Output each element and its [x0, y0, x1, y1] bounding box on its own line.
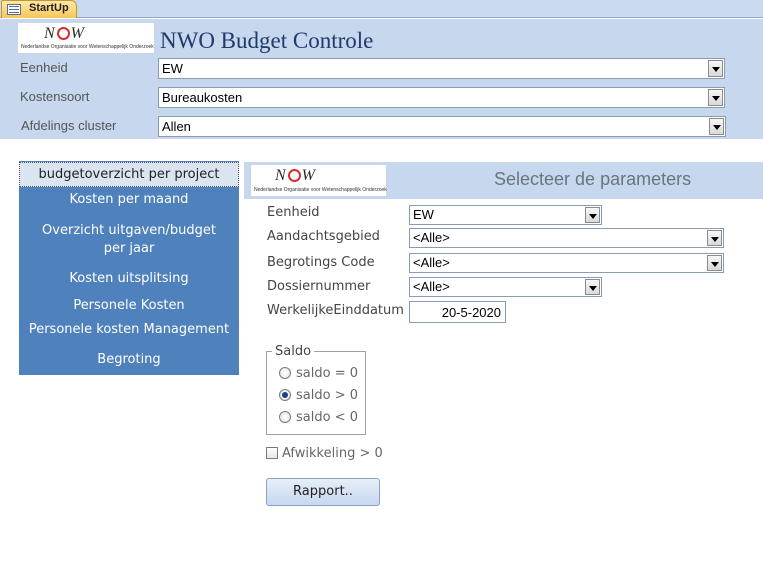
label-werkelijke-einddatum: WerkelijkeEinddatum: [267, 303, 404, 318]
label-begrotings-code: Begrotings Code: [267, 255, 375, 270]
chevron-down-icon[interactable]: [707, 230, 722, 246]
begrotings-code-select[interactable]: <Alle>: [409, 253, 724, 273]
menu-item-overzicht-uitgaven[interactable]: Overzicht uitgaven/budget per jaar: [19, 222, 239, 258]
label-dossiernummer: Dossiernummer: [267, 279, 371, 294]
chevron-down-icon[interactable]: [585, 207, 600, 223]
nwo-logo: NW Nederlandse Organisatie voor Wetensch…: [251, 165, 387, 196]
param-eenheid-value: EW: [413, 207, 434, 222]
chevron-down-icon[interactable]: [585, 279, 600, 295]
menu-item-personele-kosten-management[interactable]: Personele kosten Management: [19, 321, 239, 339]
kostensoort-select[interactable]: Bureaukosten: [158, 87, 725, 108]
einddatum-value: 20-5-2020: [441, 305, 501, 320]
afdelings-cluster-select-value: Allen: [162, 119, 191, 134]
chevron-down-icon[interactable]: [707, 255, 722, 271]
chevron-down-icon[interactable]: [708, 60, 723, 77]
tab-label: StartUp: [29, 2, 69, 14]
form-icon: [7, 4, 21, 15]
eenheid-select[interactable]: EW: [158, 58, 725, 79]
param-eenheid-select[interactable]: EW: [409, 205, 602, 225]
menu-item-kosten-uitsplitsing[interactable]: Kosten uitsplitsing: [19, 270, 239, 288]
menu-item-kosten-per-maand[interactable]: Kosten per maand: [19, 191, 239, 209]
einddatum-field[interactable]: 20-5-2020: [409, 301, 506, 323]
dossiernummer-value: <Alle>: [413, 279, 450, 294]
saldo-lt-zero-radio[interactable]: [279, 411, 291, 423]
rapport-button[interactable]: Rapport..: [266, 478, 380, 506]
saldo-eq-zero-label: saldo = 0: [296, 366, 358, 381]
document-tab-strip: [0, 0, 763, 18]
aandachtsgebied-value: <Alle>: [413, 230, 450, 245]
tab-startup[interactable]: StartUp: [1, 0, 77, 18]
afwikkeling-label: Afwikkeling > 0: [282, 446, 383, 461]
parameter-title: Selecteer de parameters: [494, 169, 692, 189]
chevron-down-icon[interactable]: [708, 89, 723, 106]
aandachtsgebied-select[interactable]: <Alle>: [409, 228, 724, 248]
page-title: NWO Budget Controle: [160, 28, 374, 53]
dossiernummer-select[interactable]: <Alle>: [409, 277, 602, 297]
filter-label-eenheid: Eenheid: [20, 60, 68, 75]
afwikkeling-checkbox[interactable]: [266, 447, 278, 459]
eenheid-select-value: EW: [162, 61, 183, 76]
saldo-gt-zero-label: saldo > 0: [296, 388, 358, 403]
report-menu: budgetoverzicht per project Kosten per m…: [19, 161, 239, 375]
chevron-down-icon[interactable]: [709, 118, 724, 135]
nwo-logo: NW Nederlandse Organisatie voor Wetensch…: [18, 23, 154, 53]
begrotings-code-value: <Alle>: [413, 255, 450, 270]
saldo-legend: Saldo: [272, 344, 315, 359]
afdelings-cluster-select[interactable]: Allen: [158, 116, 726, 137]
saldo-gt-zero-radio[interactable]: [279, 389, 291, 401]
label-eenheid: Eenheid: [267, 205, 320, 220]
filter-label-afdelings-cluster: Afdelings cluster: [21, 118, 117, 133]
menu-item-personele-kosten[interactable]: Personele Kosten: [19, 297, 239, 315]
label-aandachtsgebied: Aandachtsgebied: [267, 229, 380, 244]
saldo-eq-zero-radio[interactable]: [279, 367, 291, 379]
saldo-lt-zero-label: saldo < 0: [296, 410, 358, 425]
menu-item-budgetoverzicht[interactable]: budgetoverzicht per project: [19, 162, 239, 187]
kostensoort-select-value: Bureaukosten: [162, 90, 243, 105]
menu-item-begroting[interactable]: Begroting: [19, 351, 239, 369]
filter-label-kostensoort: Kostensoort: [20, 89, 90, 104]
